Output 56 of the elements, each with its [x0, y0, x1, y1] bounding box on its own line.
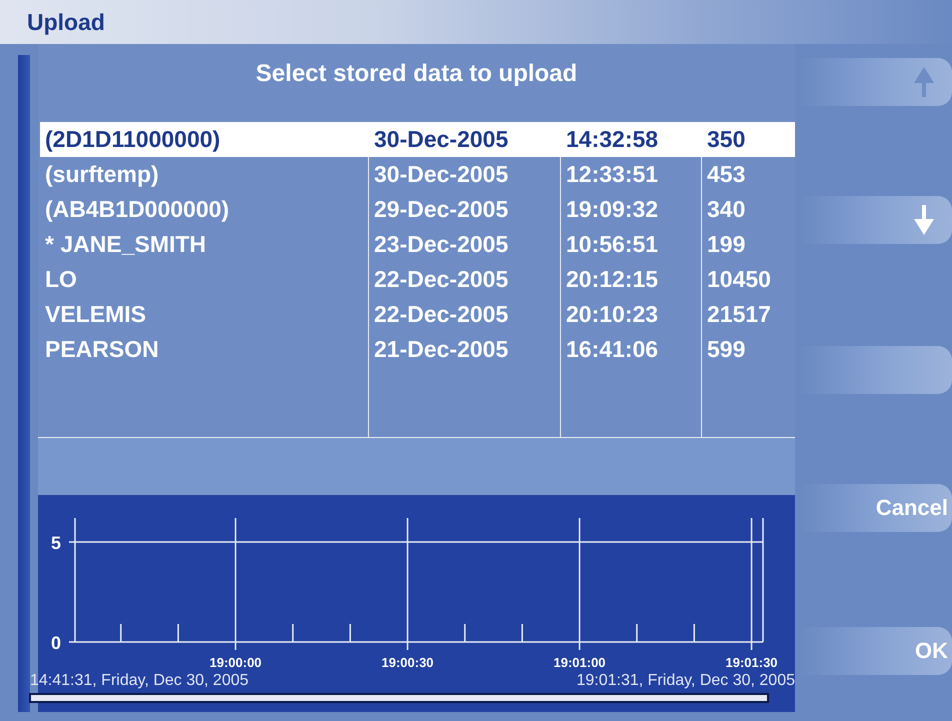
size-cell: 340 — [701, 192, 793, 227]
name-cell-text: (AB4B1D000000) — [44, 195, 230, 224]
file-row[interactable]: VELEMIS 22-Dec-2005 20:10:23 21517 — [40, 297, 795, 332]
name-cell-text: (surftemp) — [44, 160, 160, 189]
window-title: Upload — [27, 8, 105, 36]
y-tick-label: 0 — [50, 633, 61, 653]
x-tick-label: 19:01:30 — [726, 655, 778, 670]
file-row[interactable]: (surftemp) 30-Dec-2005 12:33:51 453 — [40, 157, 795, 192]
y-tick-label: 5 — [50, 533, 61, 553]
name-cell-text: VELEMIS — [44, 300, 147, 329]
size-cell: 21517 — [701, 297, 793, 332]
size-cell-text: 350 — [706, 125, 746, 154]
file-row[interactable]: LO 22-Dec-2005 20:12:15 10450 — [40, 262, 795, 297]
up-arrow-icon — [914, 67, 934, 97]
x-tick-label: 19:00:30 — [382, 655, 434, 670]
tick-mark — [120, 624, 122, 642]
date-cell: 21-Dec-2005 — [368, 332, 560, 367]
heading: Select stored data to upload — [254, 59, 578, 89]
file-row[interactable]: PEARSON 21-Dec-2005 16:41:06 599 — [40, 332, 795, 367]
name-cell-text: PEARSON — [44, 335, 160, 364]
time-cell: 19:09:32 — [560, 192, 701, 227]
tick-mark — [177, 624, 179, 642]
file-row[interactable]: (2D1D11000000) 30-Dec-2005 14:32:58 350 — [40, 122, 795, 157]
time-cell: 10:56:51 — [560, 227, 701, 262]
time-cell-text: 14:32:58 — [565, 125, 660, 154]
x-tick-label: 19:01:00 — [554, 655, 606, 670]
size-cell: 199 — [701, 227, 793, 262]
size-cell: 599 — [701, 332, 793, 367]
size-cell: 453 — [701, 157, 793, 192]
scroll-bar[interactable] — [29, 693, 769, 703]
name-cell-text: (2D1D11000000) — [44, 125, 222, 154]
date-cell-text: 30-Dec-2005 — [373, 125, 510, 154]
size-cell: 10450 — [701, 262, 793, 297]
file-row[interactable]: * JANE_SMITH 23-Dec-2005 10:56:51 199 — [40, 227, 795, 262]
file-row[interactable]: (AB4B1D000000) 29-Dec-2005 19:09:32 340 — [40, 192, 795, 227]
date-cell: 29-Dec-2005 — [368, 192, 560, 227]
tick-mark — [464, 624, 466, 642]
x-tick-label: 19:00:00 — [210, 655, 262, 670]
end-time-label: 19:01:31, Friday, Dec 30, 2005 — [576, 672, 795, 690]
name-cell-text: * JANE_SMITH — [44, 230, 208, 259]
tick-mark — [292, 624, 294, 642]
start-time-label: 14:41:31, Friday, Dec 30, 2005 — [30, 672, 249, 690]
time-cell: 12:33:51 — [560, 157, 701, 192]
down-arrow-icon — [914, 205, 934, 235]
tick-mark — [693, 624, 695, 642]
date-cell: 23-Dec-2005 — [368, 227, 560, 262]
time-cell: 20:12:15 — [560, 262, 701, 297]
name-cell-text: LO — [44, 265, 78, 294]
date-cell: 22-Dec-2005 — [368, 297, 560, 332]
time-cell: 16:41:06 — [560, 332, 701, 367]
tick-mark — [521, 624, 523, 642]
date-cell: 30-Dec-2005 — [368, 157, 560, 192]
time-cell: 20:10:23 — [560, 297, 701, 332]
tick-mark — [636, 624, 638, 642]
tick-mark — [349, 624, 351, 642]
date-cell: 22-Dec-2005 — [368, 262, 560, 297]
